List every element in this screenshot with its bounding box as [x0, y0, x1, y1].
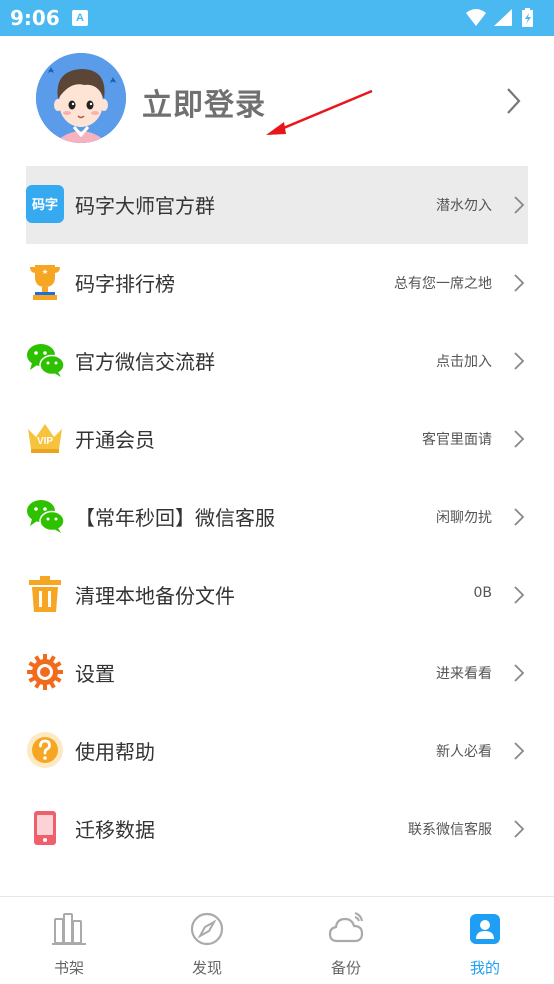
- battery-icon: [522, 8, 533, 27]
- signal-icon: [494, 9, 512, 26]
- menu-item-label: 迁移数据: [75, 818, 155, 842]
- profile-header[interactable]: 立即登录: [0, 36, 554, 164]
- chevron-right-icon: [514, 430, 525, 448]
- menu-item-help[interactable]: 使用帮助 新人必看: [26, 712, 528, 790]
- status-time: 9:06: [10, 6, 60, 30]
- help-icon: [27, 732, 63, 768]
- menu-item-value: 总有您一席之地: [394, 276, 492, 292]
- menu-item-clear-backup[interactable]: 清理本地备份文件 0B: [26, 556, 528, 634]
- trophy-icon: [30, 265, 60, 300]
- wifi-icon: [466, 9, 486, 26]
- avatar[interactable]: [36, 53, 126, 143]
- menu-item-wechat-group[interactable]: 官方微信交流群 点击加入: [26, 322, 528, 400]
- menu-item-wechat-service[interactable]: 【常年秒回】微信客服 闲聊勿扰: [26, 478, 528, 556]
- menu-item-value: 联系微信客服: [408, 822, 492, 838]
- vip-crown-text: VIP: [36, 436, 54, 447]
- menu-item-value: 新人必看: [436, 744, 492, 760]
- chevron-right-icon[interactable]: [504, 86, 524, 116]
- menu-item-label: 使用帮助: [75, 740, 155, 764]
- status-icons: [466, 8, 533, 27]
- chevron-right-icon: [514, 586, 525, 604]
- menu-item-value: 点击加入: [436, 354, 492, 370]
- menu-item-label: 设置: [75, 662, 115, 686]
- codeword-logo-text: 码字: [31, 198, 58, 213]
- wechat-icon: [27, 344, 64, 377]
- phone-migrate-icon: [34, 811, 56, 845]
- chevron-right-icon: [514, 274, 525, 292]
- login-link[interactable]: 立即登录: [142, 80, 266, 124]
- chevron-right-icon: [514, 742, 525, 760]
- menu-item-label: 清理本地备份文件: [75, 584, 235, 608]
- tab-label: 我的: [469, 959, 500, 977]
- cloud-icon: [328, 912, 364, 943]
- menu-item-label: 码字排行榜: [75, 272, 175, 296]
- avatar-cartoon-icon: [36, 53, 126, 143]
- menu-item-label: 码字大师官方群: [75, 194, 215, 218]
- menu-item-label: 【常年秒回】微信客服: [75, 506, 275, 530]
- menu-item-value: 闲聊勿扰: [436, 510, 492, 526]
- menu-item-value: 潜水勿入: [436, 198, 492, 214]
- menu-item-ranking[interactable]: 码字排行榜 总有您一席之地: [26, 244, 528, 322]
- tab-backup[interactable]: 备份: [277, 897, 415, 984]
- menu-item-vip[interactable]: VIP 开通会员 客官里面请: [26, 400, 528, 478]
- tab-discover[interactable]: 发现: [138, 897, 276, 984]
- menu-item-value: 进来看看: [436, 666, 492, 682]
- bookshelf-icon: [52, 913, 86, 945]
- menu-item-label: 开通会员: [75, 428, 155, 452]
- menu-item-value: 0B: [473, 585, 492, 601]
- chevron-right-icon: [514, 664, 525, 682]
- tab-bookshelf[interactable]: 书架: [0, 897, 138, 984]
- wechat-icon: [27, 500, 64, 533]
- tab-label: 书架: [53, 959, 84, 977]
- chevron-right-icon: [514, 196, 525, 214]
- chevron-right-icon: [514, 508, 525, 526]
- notification-a-icon: A: [72, 10, 88, 26]
- tab-mine[interactable]: 我的: [416, 897, 554, 984]
- profile-icon: [470, 914, 500, 944]
- annotation-arrow-icon: [266, 89, 373, 135]
- trash-icon: [29, 576, 61, 612]
- menu-item-settings[interactable]: 设置 进来看看: [26, 634, 528, 712]
- tab-label: 发现: [191, 959, 222, 977]
- bottom-nav: 书架 发现 备份 我的: [0, 896, 554, 984]
- tab-label: 备份: [330, 959, 361, 977]
- menu-item-label: 官方微信交流群: [75, 350, 215, 374]
- menu-item-official-group[interactable]: 码字 码字大师官方群 潜水勿入: [26, 166, 528, 244]
- compass-icon: [190, 912, 224, 946]
- chevron-right-icon: [514, 820, 525, 838]
- chevron-right-icon: [514, 352, 525, 370]
- gear-icon: [27, 654, 63, 690]
- menu-item-migrate[interactable]: 迁移数据 联系微信客服: [26, 790, 528, 868]
- menu-item-value: 客官里面请: [422, 432, 492, 448]
- status-bar: 9:06 A: [0, 0, 554, 36]
